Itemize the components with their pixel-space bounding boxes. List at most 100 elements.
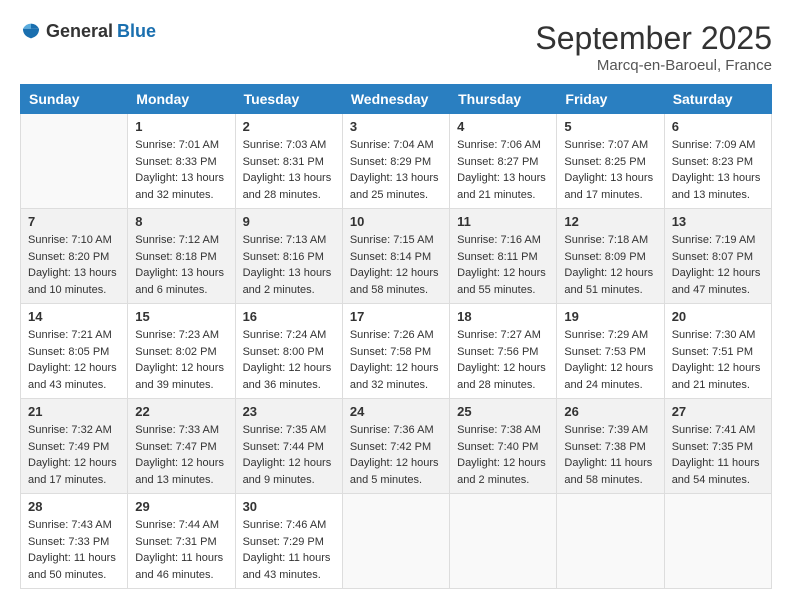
calendar-cell: 7 Sunrise: 7:10 AMSunset: 8:20 PMDaylight… [21,209,128,304]
cell-info: Sunrise: 7:21 AMSunset: 8:05 PMDaylight:… [28,327,120,393]
cell-info: Sunrise: 7:10 AMSunset: 8:20 PMDaylight:… [28,232,120,298]
cell-info: Sunrise: 7:24 AMSunset: 8:00 PMDaylight:… [243,327,335,393]
cell-info: Sunrise: 7:12 AMSunset: 8:18 PMDaylight:… [135,232,227,298]
col-header-thursday: Thursday [450,85,557,114]
cell-info: Sunrise: 7:23 AMSunset: 8:02 PMDaylight:… [135,327,227,393]
calendar-table: SundayMondayTuesdayWednesdayThursdayFrid… [20,84,772,589]
cell-info: Sunrise: 7:13 AMSunset: 8:16 PMDaylight:… [243,232,335,298]
calendar-week-row: 28 Sunrise: 7:43 AMSunset: 7:33 PMDayligh… [21,494,772,589]
calendar-cell: 4 Sunrise: 7:06 AMSunset: 8:27 PMDaylight… [450,114,557,209]
cell-info: Sunrise: 7:18 AMSunset: 8:09 PMDaylight:… [564,232,656,298]
calendar-cell [664,494,771,589]
cell-info: Sunrise: 7:38 AMSunset: 7:40 PMDaylight:… [457,422,549,488]
calendar-cell [557,494,664,589]
calendar-cell: 24 Sunrise: 7:36 AMSunset: 7:42 PMDayligh… [342,399,449,494]
day-number: 15 [135,309,227,324]
day-number: 20 [672,309,764,324]
title-block: September 2025 Marcq-en-Baroeul, France [535,20,772,74]
calendar-cell: 9 Sunrise: 7:13 AMSunset: 8:16 PMDaylight… [235,209,342,304]
calendar-week-row: 1 Sunrise: 7:01 AMSunset: 8:33 PMDaylight… [21,114,772,209]
day-number: 25 [457,404,549,419]
logo-blue: Blue [117,21,156,42]
month-year: September 2025 [535,20,772,57]
calendar-week-row: 21 Sunrise: 7:32 AMSunset: 7:49 PMDayligh… [21,399,772,494]
day-number: 3 [350,119,442,134]
cell-info: Sunrise: 7:26 AMSunset: 7:58 PMDaylight:… [350,327,442,393]
cell-info: Sunrise: 7:01 AMSunset: 8:33 PMDaylight:… [135,137,227,203]
calendar-cell: 20Sunrise: 7:30 AMSunset: 7:51 PMDayligh… [664,304,771,399]
calendar-cell: 19 Sunrise: 7:29 AMSunset: 7:53 PMDayligh… [557,304,664,399]
calendar-cell: 28 Sunrise: 7:43 AMSunset: 7:33 PMDayligh… [21,494,128,589]
col-header-wednesday: Wednesday [342,85,449,114]
day-number: 18 [457,309,549,324]
calendar-cell: 15 Sunrise: 7:23 AMSunset: 8:02 PMDayligh… [128,304,235,399]
logo-icon [20,20,42,42]
col-header-saturday: Saturday [664,85,771,114]
day-number: 22 [135,404,227,419]
day-number: 23 [243,404,335,419]
calendar-cell: 6 Sunrise: 7:09 AMSunset: 8:23 PMDaylight… [664,114,771,209]
cell-info: Sunrise: 7:35 AMSunset: 7:44 PMDaylight:… [243,422,335,488]
calendar-cell: 11 Sunrise: 7:16 AMSunset: 8:11 PMDayligh… [450,209,557,304]
calendar-cell: 10Sunrise: 7:15 AMSunset: 8:14 PMDayligh… [342,209,449,304]
day-number: 7 [28,214,120,229]
day-number: 27 [672,404,764,419]
day-number: 12 [564,214,656,229]
cell-info: Sunrise: 7:03 AMSunset: 8:31 PMDaylight:… [243,137,335,203]
calendar-cell: 3 Sunrise: 7:04 AMSunset: 8:29 PMDaylight… [342,114,449,209]
calendar-cell: 29 Sunrise: 7:44 AMSunset: 7:31 PMDayligh… [128,494,235,589]
cell-info: Sunrise: 7:06 AMSunset: 8:27 PMDaylight:… [457,137,549,203]
day-number: 5 [564,119,656,134]
cell-info: Sunrise: 7:09 AMSunset: 8:23 PMDaylight:… [672,137,764,203]
cell-info: Sunrise: 7:46 AMSunset: 7:29 PMDaylight:… [243,517,335,583]
day-number: 11 [457,214,549,229]
calendar-week-row: 7 Sunrise: 7:10 AMSunset: 8:20 PMDaylight… [21,209,772,304]
calendar-cell: 16Sunrise: 7:24 AMSunset: 8:00 PMDayligh… [235,304,342,399]
calendar-cell: 27 Sunrise: 7:41 AMSunset: 7:35 PMDayligh… [664,399,771,494]
day-number: 6 [672,119,764,134]
page-header: GeneralBlue September 2025 Marcq-en-Baro… [20,20,772,74]
day-number: 29 [135,499,227,514]
day-number: 24 [350,404,442,419]
calendar-cell: 22Sunrise: 7:33 AMSunset: 7:47 PMDayligh… [128,399,235,494]
day-number: 21 [28,404,120,419]
calendar-cell: 23 Sunrise: 7:35 AMSunset: 7:44 PMDayligh… [235,399,342,494]
cell-info: Sunrise: 7:36 AMSunset: 7:42 PMDaylight:… [350,422,442,488]
calendar-cell: 30 Sunrise: 7:46 AMSunset: 7:29 PMDayligh… [235,494,342,589]
calendar-cell: 12 Sunrise: 7:18 AMSunset: 8:09 PMDayligh… [557,209,664,304]
cell-info: Sunrise: 7:16 AMSunset: 8:11 PMDaylight:… [457,232,549,298]
cell-info: Sunrise: 7:43 AMSunset: 7:33 PMDaylight:… [28,517,120,583]
day-number: 9 [243,214,335,229]
calendar-cell: 17 Sunrise: 7:26 AMSunset: 7:58 PMDayligh… [342,304,449,399]
day-number: 28 [28,499,120,514]
calendar-cell: 14Sunrise: 7:21 AMSunset: 8:05 PMDayligh… [21,304,128,399]
cell-info: Sunrise: 7:41 AMSunset: 7:35 PMDaylight:… [672,422,764,488]
cell-info: Sunrise: 7:07 AMSunset: 8:25 PMDaylight:… [564,137,656,203]
calendar-cell [21,114,128,209]
location: Marcq-en-Baroeul, France [535,57,772,74]
day-number: 17 [350,309,442,324]
cell-info: Sunrise: 7:19 AMSunset: 8:07 PMDaylight:… [672,232,764,298]
cell-info: Sunrise: 7:04 AMSunset: 8:29 PMDaylight:… [350,137,442,203]
calendar-cell: 8 Sunrise: 7:12 AMSunset: 8:18 PMDaylight… [128,209,235,304]
day-number: 4 [457,119,549,134]
cell-info: Sunrise: 7:27 AMSunset: 7:56 PMDaylight:… [457,327,549,393]
calendar-cell [342,494,449,589]
calendar-cell [450,494,557,589]
logo-general: General [46,21,113,42]
cell-info: Sunrise: 7:32 AMSunset: 7:49 PMDaylight:… [28,422,120,488]
day-number: 30 [243,499,335,514]
day-number: 8 [135,214,227,229]
calendar-week-row: 14Sunrise: 7:21 AMSunset: 8:05 PMDayligh… [21,304,772,399]
day-number: 19 [564,309,656,324]
logo: GeneralBlue [20,20,156,42]
day-number: 2 [243,119,335,134]
cell-info: Sunrise: 7:44 AMSunset: 7:31 PMDaylight:… [135,517,227,583]
calendar-cell: 26Sunrise: 7:39 AMSunset: 7:38 PMDayligh… [557,399,664,494]
calendar-header-row: SundayMondayTuesdayWednesdayThursdayFrid… [21,85,772,114]
day-number: 10 [350,214,442,229]
calendar-cell: 13Sunrise: 7:19 AMSunset: 8:07 PMDayligh… [664,209,771,304]
calendar-cell: 2 Sunrise: 7:03 AMSunset: 8:31 PMDaylight… [235,114,342,209]
day-number: 1 [135,119,227,134]
cell-info: Sunrise: 7:29 AMSunset: 7:53 PMDaylight:… [564,327,656,393]
